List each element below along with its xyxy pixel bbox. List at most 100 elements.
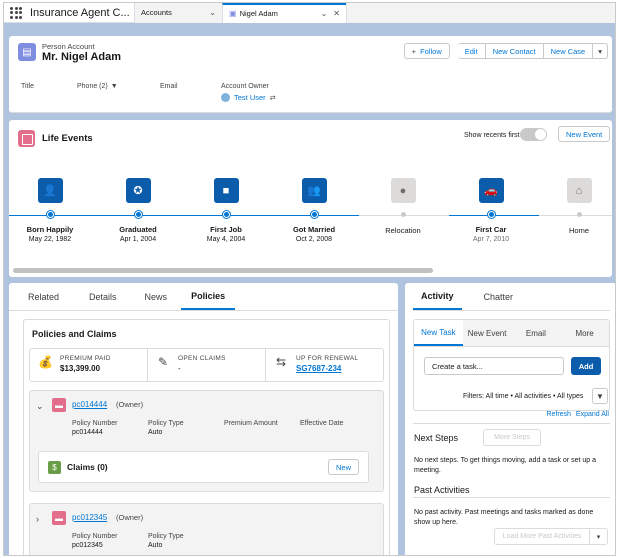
tab-details[interactable]: Details — [75, 283, 131, 310]
filter-icon[interactable]: ▼ — [592, 388, 608, 404]
policy-role: (Owner) — [116, 513, 144, 522]
couple-icon: 👥 — [301, 178, 327, 203]
record-name: Mr. Nigel Adam — [42, 51, 122, 63]
column-policy-type: Policy Type — [148, 533, 184, 540]
life-event-name: First Car — [475, 225, 507, 234]
plus-icon: + — [411, 46, 417, 56]
stat-premium-paid: 💰 PREMIUM PAID $13,399.00 — [30, 349, 148, 381]
life-event-name: Home — [568, 226, 589, 235]
show-recents-toggle[interactable] — [520, 128, 547, 141]
tab-nigel-adam-label: Nigel Adam — [239, 9, 278, 18]
expand-all-link[interactable]: Expand All — [576, 411, 609, 418]
graduation-icon: ✪ — [125, 178, 151, 203]
timeline-scrollbar[interactable] — [13, 268, 433, 273]
tab-nigel-adam[interactable]: ▣ Nigel Adam ⌄ ✕ — [222, 3, 346, 23]
activity-links: Refresh Expand All — [546, 411, 609, 418]
policy-number-link[interactable]: pc014444 — [72, 400, 107, 409]
stat-label: UP FOR RENEWAL — [296, 355, 359, 362]
life-event-first-car[interactable]: 🚗 First Car Apr 7, 2010 — [451, 178, 531, 243]
follow-button[interactable]: + Follow — [403, 43, 450, 59]
life-event-born-happily[interactable]: 👤 Born Happily May 22, 1982 — [10, 178, 90, 243]
policy-number-value: pc014444 — [72, 429, 103, 436]
refresh-link[interactable]: Refresh — [546, 411, 571, 418]
tab-related[interactable]: Related — [9, 283, 75, 310]
chevron-right-icon[interactable]: › — [36, 514, 39, 524]
life-event-name: Relocation — [385, 226, 421, 235]
record-tabs: Related Details News Policies — [9, 283, 398, 311]
life-event-got-married[interactable]: 👥 Got Married Oct 2, 2008 — [274, 178, 354, 243]
person-account-icon: ▣ — [229, 9, 237, 18]
divider — [413, 497, 610, 498]
timeline-dot — [222, 211, 230, 218]
app-window: Insurance Agent C... Accounts ⌄ ▣ Nigel … — [3, 2, 616, 556]
stat-up-for-renewal: ⇆ UP FOR RENEWAL SG7687-234 — [266, 349, 383, 381]
car-icon: 🚗 — [478, 178, 504, 203]
app-launcher-icon[interactable] — [10, 6, 22, 19]
account-owner-link[interactable]: Test User ⇄ — [221, 93, 276, 102]
location-pin-icon: ● — [390, 178, 416, 203]
chevron-down-icon[interactable]: ⌄ — [321, 9, 328, 18]
life-event-first-job[interactable]: ■ First Job May 4, 2004 — [186, 178, 266, 243]
navigation-bar: Insurance Agent C... Accounts ⌄ ▣ Nigel … — [4, 3, 615, 23]
policy-number-link[interactable]: pc012345 — [72, 513, 107, 522]
phone-field[interactable]: Phone (2) ▼ — [77, 83, 118, 90]
tab-accounts[interactable]: Accounts ⌄ — [134, 3, 222, 23]
money-bag-icon: 💰 — [38, 355, 53, 369]
create-task-input[interactable]: Create a task... — [424, 357, 564, 375]
email-field-label: Email — [160, 83, 178, 90]
past-activities-title: Past Activities — [414, 485, 470, 495]
policy-item: › ▬ pc012345 (Owner) Policy Number Polic… — [29, 503, 384, 555]
more-actions-button[interactable]: ▾ — [593, 43, 608, 59]
life-event-name: Got Married — [292, 225, 336, 234]
tab-activity[interactable]: Activity — [413, 283, 462, 310]
stat-value: $13,399.00 — [60, 364, 101, 373]
tab-email[interactable]: Email — [512, 320, 561, 346]
column-policy-number: Policy Number — [72, 533, 118, 540]
tab-news[interactable]: News — [131, 283, 182, 310]
chevron-down-icon[interactable]: ⌄ — [36, 401, 44, 412]
edit-button[interactable]: Edit — [457, 43, 486, 59]
new-contact-button[interactable]: New Contact — [485, 43, 544, 59]
claims-title: Claims (0) — [67, 462, 108, 472]
record-header: ▤ Person Account Mr. Nigel Adam + Follow… — [9, 36, 612, 113]
life-event-home[interactable]: ⌂ Home — [539, 178, 612, 235]
tab-chatter[interactable]: Chatter — [462, 283, 526, 310]
tab-accounts-label: Accounts — [141, 8, 172, 17]
life-event-graduated[interactable]: ✪ Graduated Apr 1, 2004 — [98, 178, 178, 243]
add-task-button[interactable]: Add — [571, 357, 601, 375]
timeline-dot — [310, 211, 318, 218]
new-event-button[interactable]: New Event — [558, 126, 611, 142]
claims-card: $ Claims (0) New — [38, 451, 369, 483]
life-events-card: Life Events Show recents first New Event… — [9, 120, 612, 277]
activity-sub-tabs: New Task New Event Email More — [414, 320, 609, 347]
new-claim-button[interactable]: New — [327, 459, 359, 475]
policy-type-value: Auto — [148, 542, 163, 549]
policy-role: (Owner) — [116, 400, 144, 409]
tab-new-event[interactable]: New Event — [463, 320, 512, 346]
new-case-button[interactable]: New Case — [543, 43, 594, 59]
renewal-link[interactable]: SG7687-234 — [296, 364, 358, 373]
more-steps-button[interactable]: More Steps — [483, 429, 541, 446]
timeline-dot — [400, 212, 406, 217]
close-icon[interactable]: ✕ — [333, 9, 340, 18]
account-owner-value: Test User — [234, 93, 266, 102]
account-owner-label: Account Owner — [221, 83, 269, 90]
tab-more[interactable]: More — [560, 320, 609, 346]
life-event-name: Born Happily — [26, 225, 74, 234]
follow-button-label: Follow — [420, 46, 442, 56]
chevron-down-icon[interactable]: ▾ — [589, 528, 608, 545]
change-owner-icon[interactable]: ⇄ — [270, 94, 276, 102]
chevron-down-icon[interactable]: ⌄ — [209, 8, 216, 17]
life-event-relocation[interactable]: ● Relocation — [363, 178, 443, 235]
policies-title: Policies and Claims — [32, 329, 117, 339]
related-panel: Related Details News Policies Policies a… — [9, 283, 398, 555]
car-icon: ▬ — [52, 511, 66, 525]
record-type: Person Account — [42, 42, 95, 51]
column-policy-number: Policy Number — [72, 420, 118, 427]
activity-panel: Activity Chatter New Task New Event Emai… — [405, 283, 615, 555]
policies-card: Policies and Claims 💰 PREMIUM PAID $13,3… — [23, 319, 390, 555]
phone-field-label: Phone (2) — [77, 83, 108, 90]
tab-policies[interactable]: Policies — [181, 283, 236, 310]
tab-new-task[interactable]: New Task — [414, 320, 463, 346]
load-more-button[interactable]: Load More Past Activities — [494, 528, 590, 545]
